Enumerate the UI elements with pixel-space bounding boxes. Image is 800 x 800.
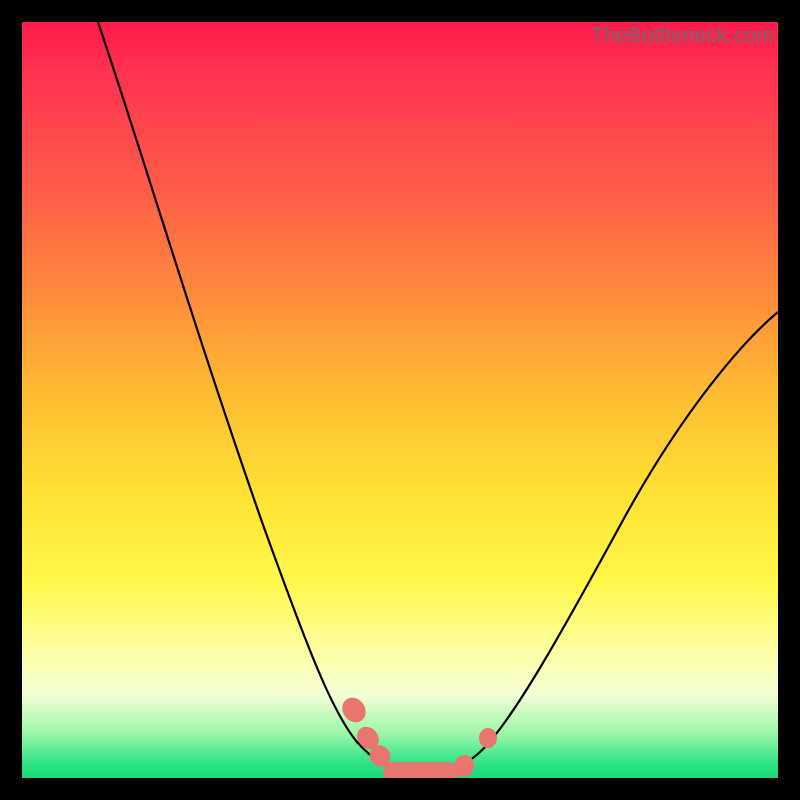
chart-frame: TheBottleneck.com <box>0 0 800 800</box>
marker-group <box>338 693 497 778</box>
curve-path <box>98 22 778 772</box>
watermark-text: TheBottleneck.com <box>591 24 774 48</box>
bottleneck-curve <box>22 22 778 778</box>
plot-area <box>22 22 778 778</box>
marker-dot <box>479 728 497 748</box>
